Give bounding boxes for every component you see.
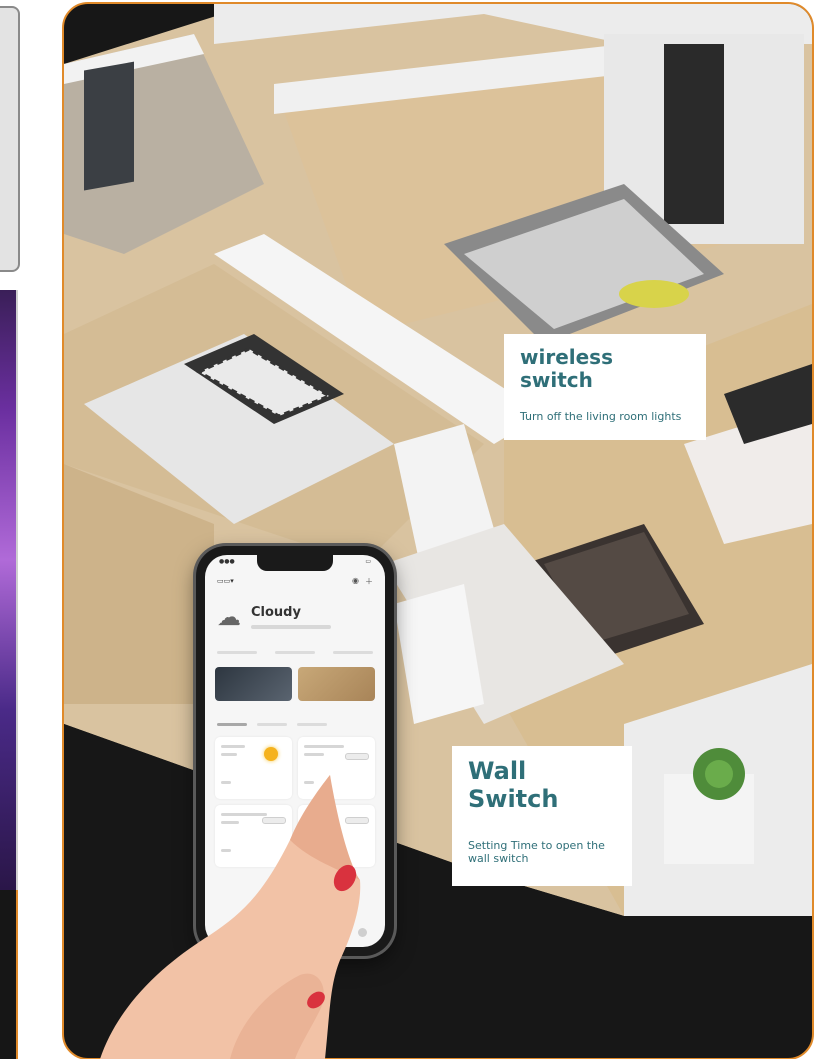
wall-switch-callout: Wall Switch Setting Time to open the wal… (452, 746, 632, 886)
left-partial-panel-image (0, 290, 18, 890)
device-toggle[interactable] (262, 817, 286, 824)
device-detail (221, 781, 231, 784)
device-card[interactable] (298, 805, 375, 867)
phone-screen: ●●● ▭ ▭▭▾ ◉ ＋ ☁ Cloudy (205, 555, 385, 947)
device-status (304, 821, 318, 824)
profile-icon[interactable] (358, 927, 367, 937)
device-toggle[interactable] (345, 753, 369, 760)
device-status (304, 753, 324, 756)
weather-stat (333, 651, 373, 654)
home-icon[interactable] (223, 927, 232, 937)
wireless-switch-title: wireless switch (520, 345, 613, 392)
left-partial-panel-bottom (0, 890, 18, 1059)
app-header-icons: ◉ ＋ (352, 576, 373, 587)
room-tab[interactable] (257, 723, 287, 726)
device-name (221, 745, 245, 748)
wireless-switch-callout: wireless switch Turn off the living room… (504, 334, 706, 440)
room-tab[interactable] (297, 723, 327, 726)
plus-icon[interactable]: ＋ (365, 576, 373, 587)
home-selector[interactable]: ▭▭▾ (217, 577, 234, 585)
room-tabs (217, 721, 373, 731)
sun-icon (264, 747, 278, 761)
device-card[interactable] (215, 737, 292, 799)
weather-stats (217, 651, 373, 661)
weather-stat (217, 651, 257, 654)
wireless-switch-description: Turn off the living room lights (520, 410, 682, 423)
device-detail (221, 849, 231, 852)
signal-icon: ●●● (219, 558, 235, 565)
room-tab[interactable] (217, 723, 247, 726)
cloud-sun-icon: ☁ (217, 603, 241, 631)
wall-switch-title: Wall Switch (468, 757, 559, 813)
device-detail (304, 781, 314, 784)
device-name (304, 745, 344, 748)
wall-switch-description: Setting Time to open the wall switch (468, 839, 605, 866)
main-card: wireless switch Turn off the living room… (62, 2, 814, 1059)
left-partial-panel-top (0, 6, 20, 272)
bottom-nav (223, 925, 367, 939)
status-bar: ●●● ▭ (219, 558, 371, 568)
page: wireless switch Turn off the living room… (0, 0, 823, 1059)
weather-title: Cloudy (251, 605, 301, 620)
weather-subtitle (251, 625, 331, 629)
device-status (221, 821, 239, 824)
battery-icon: ▭ (365, 558, 371, 565)
device-card[interactable] (215, 805, 292, 867)
smartphone-mockup: ●●● ▭ ▭▭▾ ◉ ＋ ☁ Cloudy (196, 546, 394, 956)
smart-icon[interactable] (290, 927, 300, 937)
microphone-icon[interactable]: ◉ (352, 576, 359, 587)
floorplan-illustration (64, 4, 812, 916)
scene-card[interactable] (298, 667, 375, 701)
device-name (221, 813, 267, 816)
device-status (221, 753, 237, 756)
device-name (304, 813, 326, 816)
scene-card[interactable] (215, 667, 292, 701)
weather-stat (275, 651, 315, 654)
device-card[interactable] (298, 737, 375, 799)
device-grid (215, 737, 375, 867)
device-toggle[interactable] (345, 817, 369, 824)
weather-widget: ☁ Cloudy (217, 603, 373, 643)
app-header: ▭▭▾ ◉ ＋ (217, 575, 373, 587)
scene-cards (215, 667, 375, 701)
